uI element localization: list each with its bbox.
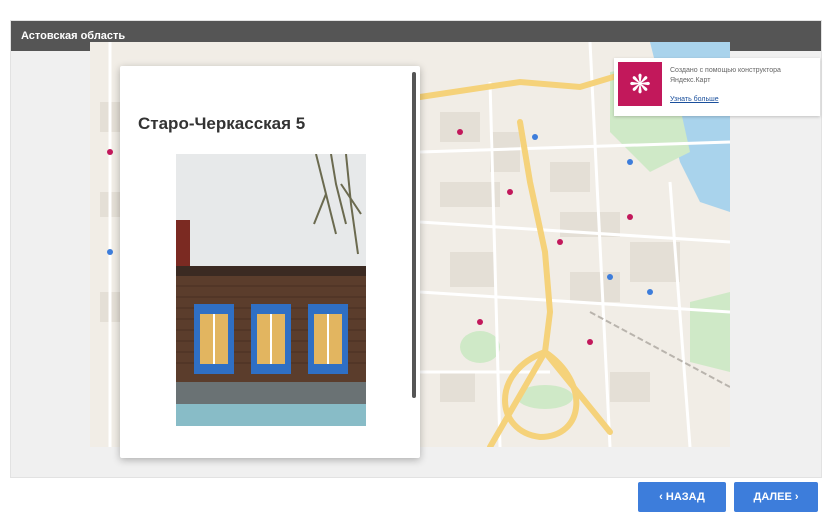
map-attribution: ❋ Создано с помощью конструктора Яндекс.… bbox=[614, 58, 820, 116]
asterisk-icon: ❋ bbox=[629, 69, 651, 99]
back-button[interactable]: ‹ НАЗАД bbox=[638, 482, 726, 512]
yandex-constructor-logo: ❋ bbox=[618, 62, 662, 106]
attribution-text: Создано с помощью конструктора Яндекс.Ка… bbox=[670, 67, 781, 84]
house-photo bbox=[176, 154, 366, 426]
next-button[interactable]: ДАЛЕЕ › bbox=[734, 482, 818, 512]
place-title: Старо-Черкасская 5 bbox=[138, 114, 306, 133]
popup-scrollbar[interactable] bbox=[412, 72, 416, 398]
learn-more-link[interactable]: Узнать больше bbox=[670, 96, 719, 103]
